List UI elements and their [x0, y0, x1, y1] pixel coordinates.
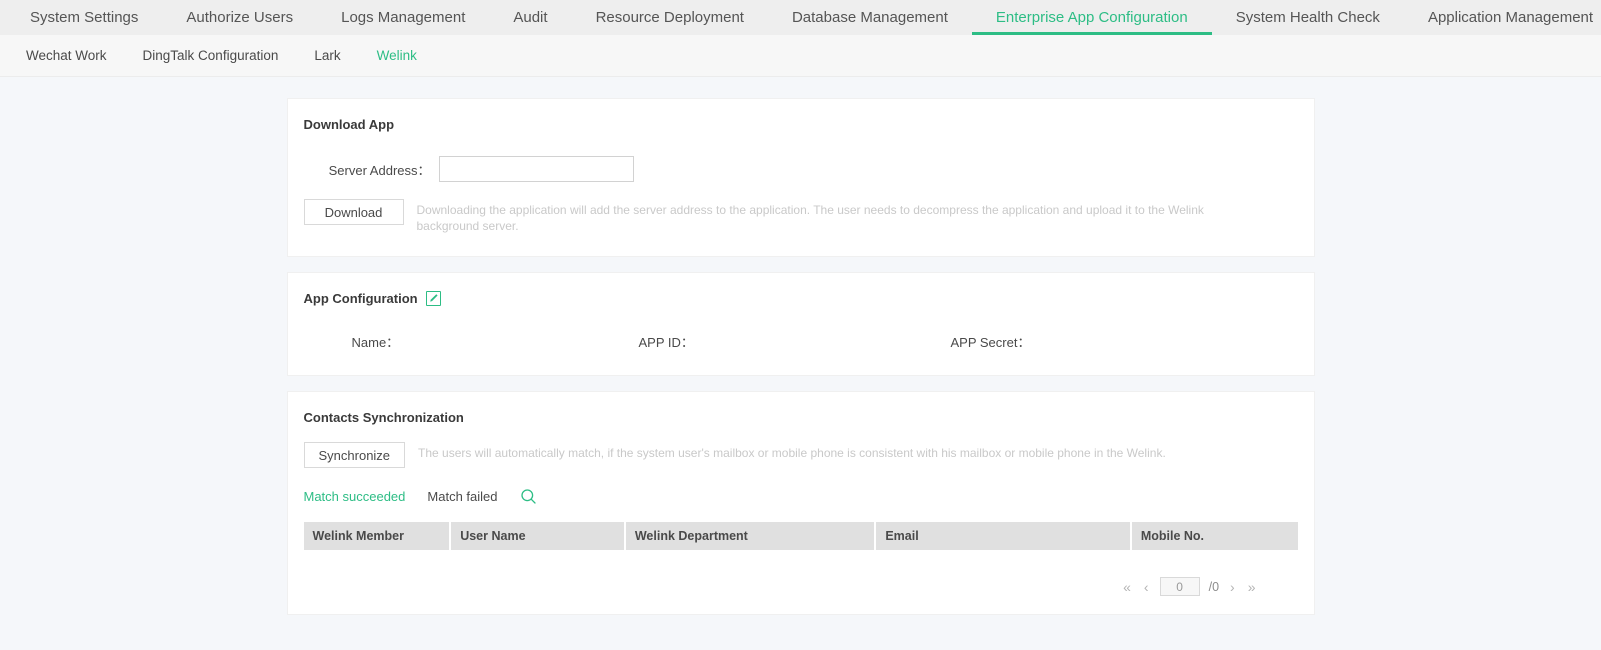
download-app-card: Download App Server Address： Download Do…	[286, 98, 1315, 257]
pagination-first-button[interactable]: «	[1121, 579, 1133, 595]
app-configuration-title-label: App Configuration	[303, 291, 418, 306]
subnav-item-welink[interactable]: Welink	[359, 48, 435, 63]
pagination-total-pages: /0	[1208, 579, 1220, 594]
subnav-item-dingtalk-configuration[interactable]: DingTalk Configuration	[125, 48, 297, 63]
topnav-item-application-management[interactable]: Application Management	[1404, 0, 1601, 35]
topnav-item-system-health-check[interactable]: System Health Check	[1212, 0, 1404, 35]
app-configuration-card: App Configuration Name： APP ID： APP Secr…	[286, 272, 1315, 376]
filter-match-succeeded[interactable]: Match succeeded	[304, 489, 406, 504]
match-filters: Match succeeded Match failed	[304, 488, 1298, 505]
contacts-sync-title: Contacts Synchronization	[304, 410, 1298, 425]
pagination-prev-button[interactable]: ‹	[1142, 579, 1151, 595]
topnav-item-logs-management[interactable]: Logs Management	[317, 0, 489, 35]
app-config-field-name: Name：	[304, 332, 639, 351]
subnav-item-lark[interactable]: Lark	[296, 48, 358, 63]
contacts-sync-title-label: Contacts Synchronization	[303, 410, 464, 425]
topnav-label: System Settings	[30, 9, 139, 26]
download-button[interactable]: Download	[303, 199, 404, 225]
pagination-page-input[interactable]	[1159, 577, 1200, 596]
column-header-email[interactable]: Email	[876, 522, 1132, 550]
topnav-label: Resource Deployment	[595, 9, 744, 26]
server-address-input[interactable]	[438, 156, 634, 182]
primary-navigation: System Settings Authorize Users Logs Man…	[0, 0, 1601, 35]
subnav-label: DingTalk Configuration	[142, 48, 279, 63]
download-app-title-label: Download App	[303, 117, 395, 132]
topnav-label: System Health Check	[1235, 9, 1380, 26]
subnav-label: Wechat Work	[26, 48, 107, 63]
edit-pencil-glyph	[429, 294, 438, 302]
download-hint-text: Downloading the application will add the…	[416, 203, 1204, 233]
app-config-name-label: Name：	[351, 335, 400, 350]
contacts-table: Welink Member User Name Welink Departmen…	[303, 522, 1298, 563]
column-header-welink-department[interactable]: Welink Department	[625, 522, 877, 550]
subnav-label: Lark	[314, 48, 341, 63]
app-config-app-id-label: APP ID：	[638, 335, 694, 350]
topnav-label: Application Management	[1427, 9, 1594, 26]
topnav-label: Logs Management	[341, 9, 466, 26]
filter-match-failed[interactable]: Match failed	[427, 489, 497, 504]
app-config-app-secret-label: APP Secret：	[950, 335, 1031, 350]
subnav-label: Welink	[376, 48, 417, 63]
topnav-label: Authorize Users	[186, 9, 294, 26]
contacts-table-header: Welink Member User Name Welink Departmen…	[303, 522, 1298, 550]
app-configuration-fields: Name： APP ID： APP Secret：	[304, 332, 1298, 351]
contacts-table-body	[304, 550, 1298, 563]
secondary-navigation: Wechat Work DingTalk Configuration Lark …	[0, 35, 1601, 77]
edit-pencil-icon[interactable]	[425, 291, 441, 306]
column-header-mobile-no[interactable]: Mobile No.	[1131, 522, 1298, 550]
topnav-label: Audit	[513, 9, 548, 26]
topnav-item-enterprise-app-configuration[interactable]: Enterprise App Configuration	[971, 0, 1212, 35]
synchronize-button[interactable]: Synchronize	[303, 442, 406, 468]
pagination: « ‹ /0 › »	[304, 577, 1298, 596]
column-header-welink-member[interactable]: Welink Member	[303, 522, 452, 550]
column-header-user-name[interactable]: User Name	[451, 522, 626, 550]
app-config-field-app-secret: APP Secret：	[951, 332, 1251, 351]
app-configuration-title: App Configuration	[304, 291, 1298, 306]
pagination-last-button[interactable]: »	[1246, 579, 1258, 595]
topnav-label: Enterprise App Configuration	[995, 9, 1188, 26]
search-icon-glyph	[520, 489, 536, 504]
contacts-synchronization-card: Contacts Synchronization Synchronize The…	[286, 391, 1315, 615]
topnav-label: Database Management	[791, 9, 948, 26]
pagination-next-button[interactable]: ›	[1228, 579, 1237, 595]
server-address-label: Server Address：	[328, 162, 431, 178]
topnav-item-resource-deployment[interactable]: Resource Deployment	[572, 0, 768, 35]
subnav-item-wechat-work[interactable]: Wechat Work	[8, 48, 125, 63]
topnav-item-authorize-users[interactable]: Authorize Users	[162, 0, 317, 35]
topnav-item-system-settings[interactable]: System Settings	[6, 0, 162, 35]
download-button-row: Download Downloading the application wil…	[303, 199, 1298, 234]
download-app-title: Download App	[304, 117, 1298, 132]
topnav-item-database-management[interactable]: Database Management	[768, 0, 972, 35]
server-address-row: Server Address：	[304, 156, 1298, 182]
topnav-item-audit[interactable]: Audit	[489, 0, 571, 35]
synchronize-button-row: Synchronize The users will automatically…	[303, 442, 1298, 468]
search-icon[interactable]	[520, 488, 537, 505]
page-content: Download App Server Address： Download Do…	[0, 77, 1601, 615]
app-config-field-app-id: APP ID：	[639, 332, 951, 351]
synchronize-hint-text: The users will automatically match, if t…	[418, 446, 1166, 460]
